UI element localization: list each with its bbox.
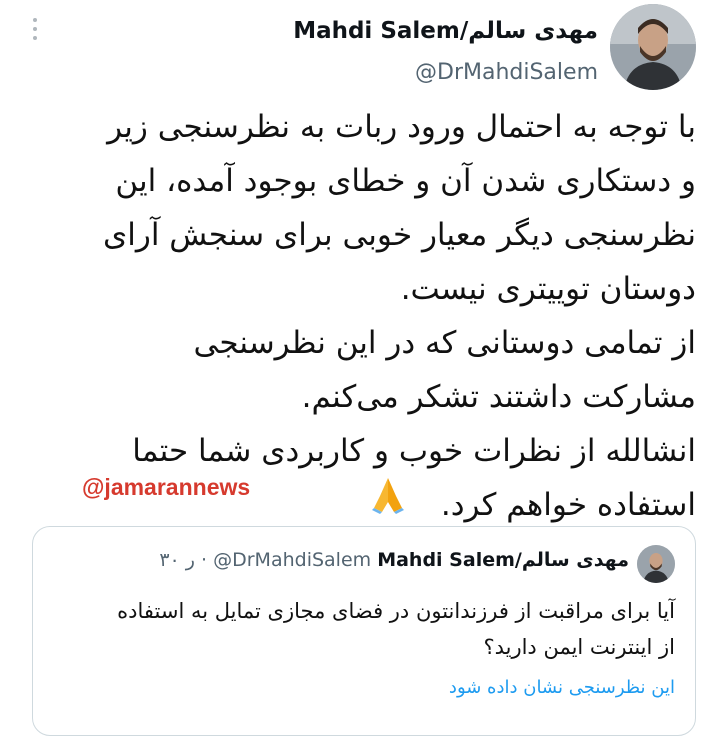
watermark: @jamarannews bbox=[82, 474, 251, 500]
tweet-line: دوستان توییتری نیست. bbox=[400, 271, 696, 307]
tweet-line: از تمامی دوستانی که در این نظرسنجی bbox=[193, 325, 697, 361]
quoted-avatar[interactable] bbox=[637, 545, 675, 583]
author-handle[interactable]: @DrMahdiSalem bbox=[415, 60, 598, 85]
author-name[interactable]: Mahdi Salem/مهدی سالم bbox=[293, 18, 598, 44]
quoted-author-name[interactable]: Mahdi Salem/مهدی سالم bbox=[377, 549, 629, 571]
tweet-line: مشارکت داشتند تشکر می‌کنم. bbox=[301, 379, 696, 415]
quoted-line: آیا برای مراقبت از فرزندانتون در فضای مج… bbox=[117, 599, 675, 623]
tweet-line: با توجه به احتمال ورود ربات به نظرسنجی ز… bbox=[107, 109, 696, 145]
quoted-text: آیا برای مراقبت از فرزندانتون در فضای مج… bbox=[55, 593, 675, 665]
tweet-line: و دستکاری شدن آن و خطای بوجود آمده، این bbox=[115, 163, 696, 199]
folded-hands-emoji-icon bbox=[368, 474, 408, 514]
tweet-line: انشالله از نظرات خوب و کاربردی شما حتما bbox=[132, 433, 696, 469]
quoted-tweet[interactable]: ۳۰ ر · @DrMahdiSalem Mahdi Salem/مهدی سا… bbox=[32, 526, 696, 736]
quoted-separator: · bbox=[201, 549, 208, 571]
show-poll-link[interactable]: این نظرسنجی نشان داده شود bbox=[449, 677, 675, 698]
quoted-line: از اینترنت ایمن دارید؟ bbox=[483, 635, 675, 659]
more-options-icon[interactable] bbox=[30, 18, 40, 40]
quoted-handle[interactable]: @DrMahdiSalem bbox=[213, 549, 371, 571]
tweet-header: Mahdi Salem/مهدی سالم @DrMahdiSalem bbox=[196, 4, 696, 96]
quoted-time[interactable]: ۳۰ ر bbox=[159, 549, 195, 571]
tweet-line: نظرسنجی دیگر معیار خوبی برای سنجش آرای bbox=[102, 217, 696, 253]
quoted-meta: ۳۰ ر · @DrMahdiSalem Mahdi Salem/مهدی سا… bbox=[159, 549, 629, 571]
avatar[interactable] bbox=[610, 4, 696, 90]
tweet-text: با توجه به احتمال ورود ربات به نظرسنجی ز… bbox=[16, 100, 696, 532]
